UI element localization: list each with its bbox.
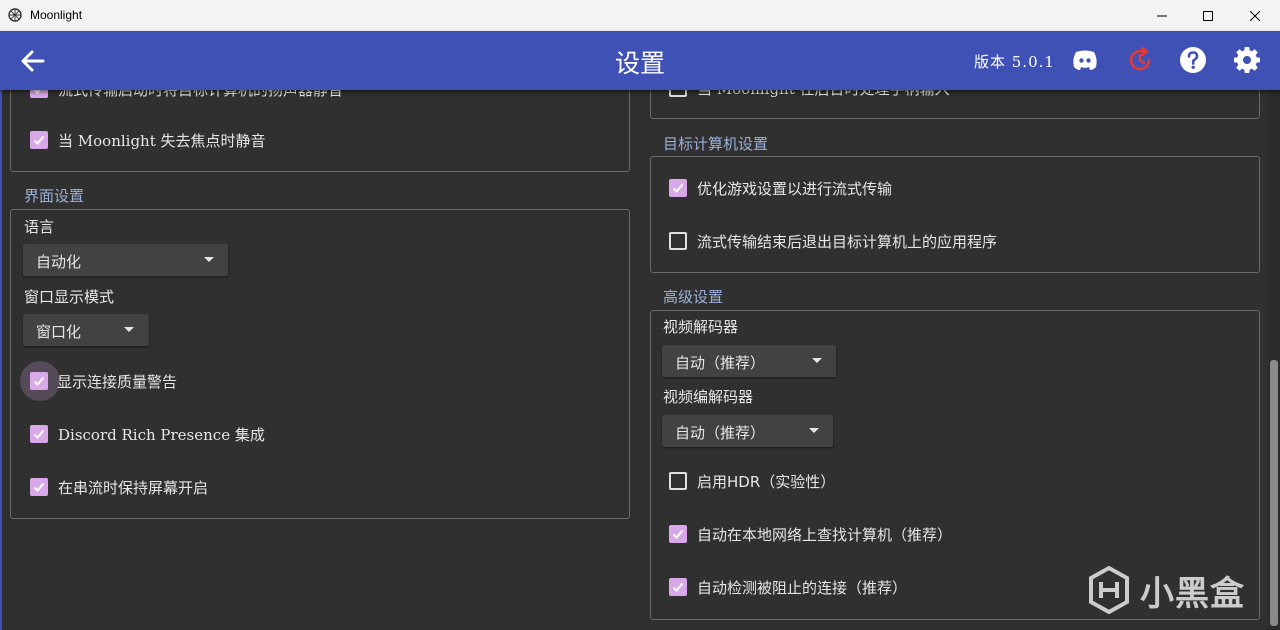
maximize-icon (1203, 10, 1213, 21)
watermark-text: 小黑盒 (1140, 573, 1245, 614)
checkbox[interactable] (30, 90, 48, 98)
checkbox-label: 自动检测被阻止的连接（推荐） (697, 578, 908, 597)
xiaoheihe-watermark: 小黑盒 (1088, 565, 1245, 615)
background-gamepad-row[interactable]: 当 Moonlight 在后台时处理手柄输入 (669, 90, 950, 100)
window-mode-label: 窗口显示模式 (24, 288, 115, 306)
mute-on-focus-loss-row[interactable]: 当 Moonlight 失去焦点时静音 (30, 128, 266, 152)
host-settings-group (650, 156, 1260, 273)
window-left-border (0, 90, 2, 630)
dropdown-arrow-icon (812, 358, 822, 363)
checkbox-label: 显示连接质量警告 (57, 372, 178, 391)
video-codec-label: 视频编解码器 (663, 388, 754, 406)
connection-warnings-row[interactable]: 显示连接质量警告 (30, 369, 177, 393)
video-codec-dropdown[interactable]: 自动（推荐） (662, 415, 833, 447)
advanced-settings-title: 高级设置 (663, 288, 724, 306)
dropdown-arrow-icon (204, 257, 214, 262)
checkmark-icon (672, 183, 684, 193)
checkbox[interactable] (30, 131, 48, 149)
dropdown-arrow-icon (124, 327, 134, 332)
settings-gear-icon[interactable] (1232, 45, 1262, 75)
auto-find-pcs-row[interactable]: 自动在本地网络上查找计算机（推荐） (669, 522, 952, 546)
window-titlebar: Moonlight (0, 0, 1280, 31)
checkbox[interactable] (669, 472, 687, 490)
quit-app-after-stream-row[interactable]: 流式传输结束后退出目标计算机上的应用程序 (669, 229, 997, 253)
checkbox-label: Discord Rich Presence 集成 (58, 425, 265, 444)
checkmark-icon (33, 135, 45, 145)
dropdown-arrow-icon (809, 428, 819, 433)
mute-host-checkbox-row[interactable]: 流式传输启动时将目标计算机的扬声器静音 (30, 90, 343, 101)
enable-hdr-row[interactable]: 启用HDR（实验性） (669, 469, 835, 493)
minimize-button[interactable] (1139, 0, 1185, 31)
dropdown-value: 自动（推荐） (675, 424, 766, 442)
minimize-icon (1157, 15, 1167, 16)
checkbox-label: 流式传输结束后退出目标计算机上的应用程序 (697, 232, 998, 251)
settings-scroll-area[interactable]: 流式传输启动时将目标计算机的扬声器静音 当 Moonlight 失去焦点时静音 … (0, 90, 1268, 630)
discord-presence-row[interactable]: Discord Rich Presence 集成 (30, 422, 265, 446)
close-icon (1250, 10, 1260, 21)
checkbox[interactable] (669, 525, 687, 543)
checkmark-icon (33, 482, 45, 492)
dropdown-value: 窗口化 (36, 323, 82, 341)
video-decoder-dropdown[interactable]: 自动（推荐） (662, 345, 836, 377)
detect-blocked-connections-row[interactable]: 自动检测被阻止的连接（推荐） (669, 575, 907, 599)
checkmark-icon (33, 376, 45, 386)
xiaoheihe-logo-icon (1089, 566, 1129, 614)
checkmark-icon (33, 429, 45, 439)
video-decoder-label: 视频解码器 (663, 318, 739, 336)
checkbox[interactable] (669, 179, 687, 197)
window-title: Moonlight (30, 8, 83, 22)
help-icon[interactable] (1178, 45, 1208, 75)
checkbox-label: 流式传输启动时将目标计算机的扬声器静音 (58, 90, 343, 100)
version-label: 版本 5.0.1 (974, 53, 1055, 71)
checkbox[interactable] (30, 478, 48, 496)
optimize-game-settings-row[interactable]: 优化游戏设置以进行流式传输 (669, 176, 892, 200)
checkbox-label: 优化游戏设置以进行流式传输 (697, 179, 893, 198)
language-label: 语言 (24, 218, 55, 236)
close-button[interactable] (1232, 0, 1278, 31)
host-settings-title: 目标计算机设置 (663, 135, 769, 153)
checkbox[interactable] (669, 578, 687, 596)
checkmark-icon (33, 90, 41, 94)
checkbox[interactable] (669, 232, 687, 250)
ui-settings-title: 界面设置 (24, 187, 85, 205)
checkbox[interactable] (30, 425, 48, 443)
discord-icon[interactable] (1070, 45, 1100, 75)
maximize-button[interactable] (1185, 0, 1231, 31)
checkbox-label: 自动在本地网络上查找计算机（推荐） (697, 525, 953, 544)
checkbox[interactable] (669, 90, 687, 97)
keep-screen-on-row[interactable]: 在串流时保持屏幕开启 (30, 475, 208, 499)
checkmark-icon (672, 582, 684, 592)
checkbox-label: 启用HDR（实验性） (697, 472, 836, 491)
checkmark-icon (672, 529, 684, 539)
checkbox[interactable] (30, 372, 48, 390)
window-mode-dropdown[interactable]: 窗口化 (23, 314, 149, 346)
checkbox-label: 在串流时保持屏幕开启 (58, 478, 209, 497)
dropdown-value: 自动（推荐） (675, 354, 766, 372)
checkbox-label: 当 Moonlight 失去焦点时静音 (58, 131, 266, 150)
scrollbar-thumb[interactable] (1270, 360, 1278, 626)
checkbox-label: 当 Moonlight 在后台时处理手柄输入 (697, 90, 950, 99)
update-icon[interactable] (1125, 45, 1155, 75)
app-toolbar: 设置 版本 5.0.1 (0, 31, 1280, 90)
language-dropdown[interactable]: 自动化 (23, 244, 228, 276)
dropdown-value: 自动化 (36, 253, 82, 271)
moonlight-app-icon (8, 8, 22, 22)
